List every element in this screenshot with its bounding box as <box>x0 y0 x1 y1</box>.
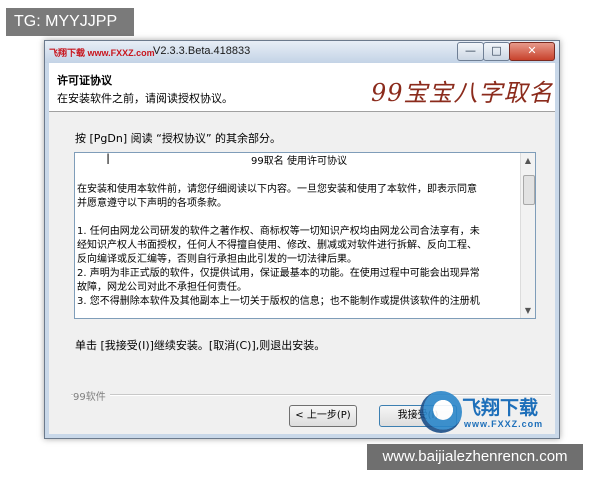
accept-note: 单击 [我接受(I)]继续安装。[取消(C)],则退出安装。 <box>75 339 326 352</box>
license-line <box>77 169 521 183</box>
page-header: 许可证协议 在安装软件之前，请阅读授权协议。 99宝宝八字取名 <box>49 63 555 112</box>
close-button[interactable]: ✕ <box>509 42 555 61</box>
instruction-text: 按 [PgDn] 阅读 “授权协议” 的其余部分。 <box>75 132 282 145</box>
license-text: 99取名 使用许可协议 在安装和使用本软件前，请您仔细阅读以下内容。一旦您安装和… <box>77 155 521 309</box>
installer-client: 许可证协议 在安装软件之前，请阅读授权协议。 99宝宝八字取名 按 [PgDn]… <box>49 63 555 434</box>
tg-tag: TG: MYYJJPP <box>6 8 134 36</box>
watermark-en: www.FXXZ.com <box>464 419 544 429</box>
site-url-banner: www.baijialezhenrencn.com <box>367 444 583 470</box>
maximize-button[interactable]: □ <box>483 42 510 61</box>
license-line: 1. 任何由网龙公司研发的软件之著作权、商标权等一切知识产权均由网龙公司合法享有… <box>77 226 480 237</box>
page-title: 许可证协议 <box>57 74 112 87</box>
license-line: 经知识产权人书面授权，任何人不得擅自使用、修改、删减或对软件进行拆解、反向工程、 <box>77 240 477 251</box>
text-cursor-icon: I <box>106 152 111 168</box>
swirl-logo-icon <box>420 391 462 433</box>
license-line: 并愿意遵守以下声明的各项条款。 <box>77 198 227 209</box>
license-line: 99取名 使用许可协议 <box>251 156 347 167</box>
page-subtitle: 在安装软件之前，请阅读授权协议。 <box>57 92 233 105</box>
title-logo: 飞翔下载 www.FXXZ.com <box>49 48 155 58</box>
license-line <box>77 211 521 225</box>
scroll-down-icon[interactable]: ▼ <box>522 304 534 317</box>
license-line: 故障，网龙公司对此不承担任何责任。 <box>77 282 247 293</box>
watermark-cn: 飞翔下载 <box>462 397 539 419</box>
license-scrollbar[interactable]: ▲ ▼ <box>520 153 535 318</box>
footer-brand: 99软件 <box>73 388 110 403</box>
title-bar[interactable]: 飞翔下载 www.FXXZ.com V2.3.3.Beta.418833 — □… <box>45 41 559 63</box>
scroll-up-icon[interactable]: ▲ <box>522 154 534 167</box>
license-textarea[interactable]: 99取名 使用许可协议 在安装和使用本软件前，请您仔细阅读以下内容。一旦您安装和… <box>74 152 536 319</box>
scroll-thumb[interactable] <box>523 175 535 205</box>
license-line: 在安装和使用本软件前，请您仔细阅读以下内容。一旦您安装和使用了本软件，即表示同意 <box>77 184 477 195</box>
window-title: V2.3.3.Beta.418833 <box>153 45 251 57</box>
minimize-button[interactable]: — <box>457 42 484 61</box>
fxxz-watermark-logo: 飞翔下载 www.FXXZ.com <box>418 389 558 437</box>
brand-logo: 99宝宝八字取名 <box>371 79 554 107</box>
license-line: 2. 声明为非正式版的软件，仅提供试用，保证最基本的功能。在使用过程中可能会出现… <box>77 268 480 279</box>
license-line: 3. 您不得删除本软件及其他副本上一切关于版权的信息；也不能制作或提供该软件的注… <box>77 296 480 307</box>
back-button[interactable]: < 上一步(P) <box>289 405 357 427</box>
installer-window: 飞翔下载 www.FXXZ.com V2.3.3.Beta.418833 — □… <box>44 40 560 439</box>
license-line: 反向编译或反汇编等，否则自行承担由此引发的一切法律后果。 <box>77 254 357 265</box>
